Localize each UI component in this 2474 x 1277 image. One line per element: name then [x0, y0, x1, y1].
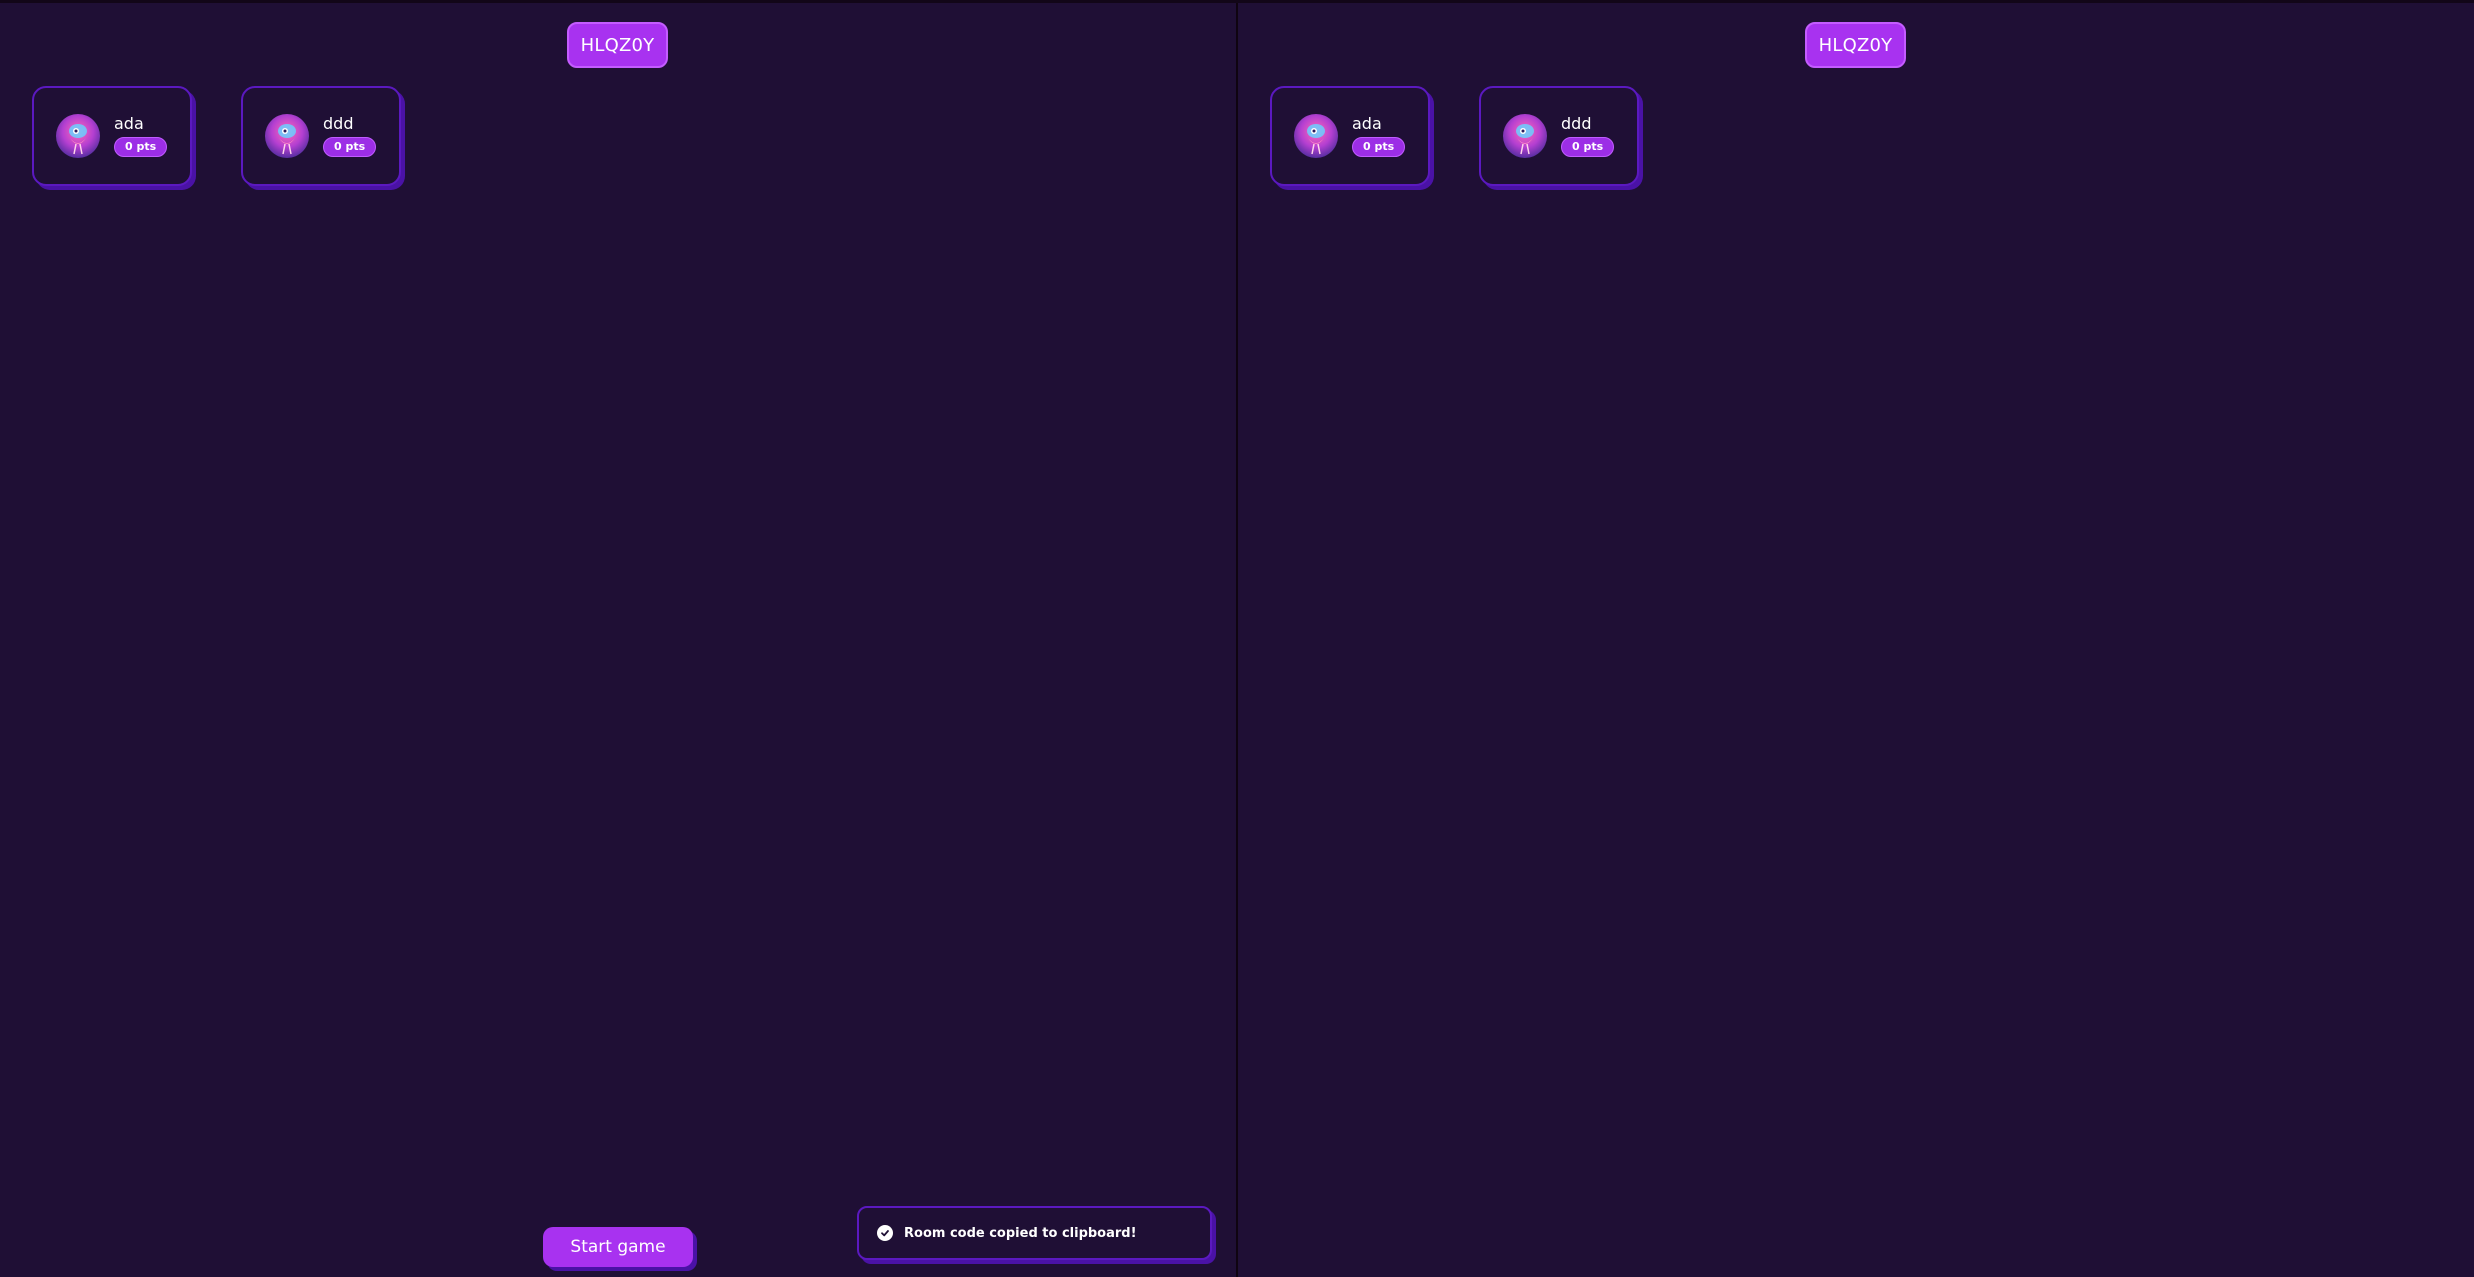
left-player-window: HLQZ0Y ada 0 pts ddd 0 pts Start game Ro… — [0, 3, 1236, 1277]
toast-message: Room code copied to clipboard! — [904, 1225, 1137, 1241]
flamingo-avatar-icon — [1294, 114, 1338, 158]
player-name: ada — [114, 114, 144, 133]
player-info: ddd 0 pts — [1561, 114, 1615, 157]
flamingo-avatar-icon — [265, 114, 309, 158]
room-code-button[interactable]: HLQZ0Y — [1805, 22, 1906, 68]
room-code-button[interactable]: HLQZ0Y — [567, 22, 668, 68]
start-game-button[interactable]: Start game — [543, 1227, 693, 1267]
right-player-window: HLQZ0Y ada 0 pts ddd 0 pts — [1238, 3, 2474, 1277]
points-badge: 0 pts — [114, 137, 168, 157]
player-card: ada 0 pts — [1270, 86, 1430, 186]
points-badge: 0 pts — [1352, 137, 1406, 157]
player-card: ada 0 pts — [32, 86, 192, 186]
points-badge: 0 pts — [1561, 137, 1615, 157]
player-info: ada 0 pts — [114, 114, 168, 157]
player-info: ada 0 pts — [1352, 114, 1406, 157]
flamingo-avatar-icon — [1503, 114, 1547, 158]
points-badge: 0 pts — [323, 137, 377, 157]
app-screen: HLQZ0Y ada 0 pts ddd 0 pts Start game Ro… — [0, 0, 2474, 1277]
player-card: ddd 0 pts — [1479, 86, 1639, 186]
player-name: ddd — [1561, 114, 1592, 133]
check-circle-icon — [877, 1225, 893, 1241]
player-name: ada — [1352, 114, 1382, 133]
player-name: ddd — [323, 114, 354, 133]
player-card: ddd 0 pts — [241, 86, 401, 186]
player-info: ddd 0 pts — [323, 114, 377, 157]
flamingo-avatar-icon — [56, 114, 100, 158]
toast-notification: Room code copied to clipboard! — [857, 1206, 1212, 1260]
